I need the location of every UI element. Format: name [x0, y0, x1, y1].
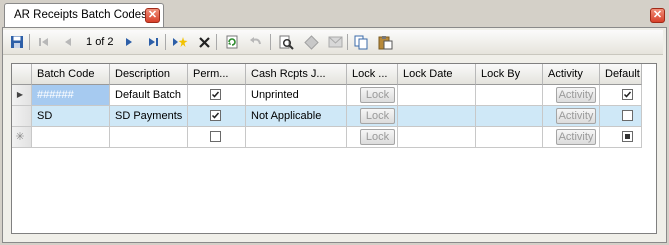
cell-activity: Activity	[543, 127, 600, 148]
mail-icon[interactable]	[327, 34, 343, 50]
column-header-cash-rcpts[interactable]: Cash Rcpts J...	[246, 64, 347, 85]
column-header-lock[interactable]: Lock ...	[347, 64, 398, 85]
row-header[interactable]	[12, 106, 32, 127]
column-header-perm[interactable]: Perm...	[188, 64, 246, 85]
column-header-default[interactable]: Default	[600, 64, 642, 85]
cell-lock-date[interactable]	[398, 106, 476, 127]
toolbar-separator	[165, 34, 166, 50]
current-row-icon: ▶	[16, 90, 24, 99]
cell-lock-by[interactable]	[476, 106, 543, 127]
save-icon[interactable]	[9, 34, 25, 50]
paste-icon[interactable]	[377, 34, 393, 50]
column-header-lock-by[interactable]: Lock By	[476, 64, 543, 85]
column-header-batch-code[interactable]: Batch Code	[32, 64, 110, 85]
cell-lock-by[interactable]	[476, 85, 543, 106]
cell-default	[600, 85, 642, 106]
cell-description[interactable]: SD Payments	[110, 106, 188, 127]
perm-checkbox[interactable]	[210, 131, 221, 142]
lock-button[interactable]: Lock	[360, 87, 395, 103]
cell-lock-date[interactable]	[398, 127, 476, 148]
cell-cash-rcpts[interactable]: Unprinted	[246, 85, 347, 106]
diamond-icon[interactable]	[303, 34, 319, 50]
cell-perm	[188, 85, 246, 106]
cell-activity: Activity	[543, 106, 600, 127]
column-header-activity[interactable]: Activity	[543, 64, 600, 85]
previous-record-icon[interactable]	[60, 34, 76, 50]
cell-description[interactable]	[110, 127, 188, 148]
toolbar-separator	[29, 34, 30, 50]
cell-lock: Lock	[347, 106, 398, 127]
cell-perm	[188, 106, 246, 127]
toolbar-separator	[270, 34, 271, 50]
activity-button[interactable]: Activity	[556, 129, 596, 145]
lock-button[interactable]: Lock	[360, 108, 395, 124]
cell-default	[600, 106, 642, 127]
cell-batch-code[interactable]: SD	[32, 106, 110, 127]
tab-strip: AR Receipts Batch Codes ✕ ✕	[0, 0, 669, 27]
cell-cash-rcpts[interactable]: Not Applicable	[246, 106, 347, 127]
cell-lock: Lock	[347, 85, 398, 106]
table-row[interactable]: ▶ ###### Default Batch Unprinted Lock Ac…	[12, 85, 656, 106]
next-record-icon[interactable]	[121, 34, 137, 50]
refresh-icon[interactable]	[224, 34, 240, 50]
default-checkbox[interactable]	[622, 89, 633, 100]
column-header-lock-date[interactable]: Lock Date	[398, 64, 476, 85]
cell-lock-date[interactable]	[398, 85, 476, 106]
tab-title: AR Receipts Batch Codes	[14, 9, 147, 21]
cell-perm	[188, 127, 246, 148]
new-row-icon: ✳	[15, 131, 25, 143]
preview-icon[interactable]	[278, 34, 294, 50]
activity-button[interactable]: Activity	[556, 87, 596, 103]
row-header[interactable]: ▶	[12, 85, 32, 106]
row-header[interactable]: ✳	[12, 127, 32, 148]
cell-cash-rcpts[interactable]	[246, 127, 347, 148]
undo-icon[interactable]	[248, 34, 264, 50]
cell-default	[600, 127, 642, 148]
toolbar: 1 of 2	[3, 30, 663, 55]
grid-header-row: Batch Code Description Perm... Cash Rcpt…	[12, 64, 656, 85]
page-total: of 2	[95, 36, 114, 48]
default-checkbox[interactable]	[622, 131, 633, 142]
new-record-icon[interactable]	[172, 34, 188, 50]
window-close-icon[interactable]: ✕	[650, 8, 665, 23]
last-record-icon[interactable]	[145, 34, 161, 50]
tab-ar-receipts-batch-codes[interactable]: AR Receipts Batch Codes ✕	[4, 3, 164, 27]
batch-codes-grid: Batch Code Description Perm... Cash Rcpt…	[11, 63, 657, 234]
tab-close-icon[interactable]: ✕	[145, 8, 160, 23]
default-checkbox[interactable]	[622, 110, 633, 121]
cell-lock-by[interactable]	[476, 127, 543, 148]
toolbar-separator	[216, 34, 217, 50]
column-header-description[interactable]: Description	[110, 64, 188, 85]
page-current: 1	[86, 36, 93, 48]
cell-batch-code[interactable]	[32, 127, 110, 148]
activity-button[interactable]: Activity	[556, 108, 596, 124]
delete-icon[interactable]	[196, 34, 212, 50]
copy-icon[interactable]	[353, 34, 369, 50]
lock-button[interactable]: Lock	[360, 129, 395, 145]
perm-checkbox[interactable]	[210, 89, 221, 100]
row-header-corner	[12, 64, 32, 85]
cell-activity: Activity	[543, 85, 600, 106]
cell-batch-code[interactable]: ######	[32, 85, 110, 106]
table-row-new[interactable]: ✳ Lock Activity	[12, 127, 656, 148]
first-record-icon[interactable]	[36, 34, 52, 50]
toolbar-separator	[347, 34, 348, 50]
table-row[interactable]: SD SD Payments Not Applicable Lock Activ…	[12, 106, 656, 127]
cell-description[interactable]: Default Batch	[110, 85, 188, 106]
cell-lock: Lock	[347, 127, 398, 148]
perm-checkbox[interactable]	[210, 110, 221, 121]
page-indicator: 1 of 2	[86, 36, 114, 48]
